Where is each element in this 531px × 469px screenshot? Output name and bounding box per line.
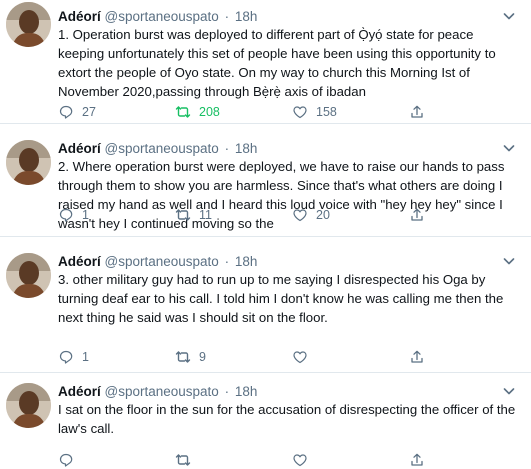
author-handle[interactable]: @sportaneouspato [105,254,219,269]
avatar-image [6,253,51,298]
more-options-icon[interactable] [501,140,517,156]
tweet-header: Adéorí @sportaneouspato · 18h [58,383,257,400]
heart-icon [293,454,307,467]
tweet-actions [58,451,528,469]
like-count: 158 [316,105,337,119]
avatar[interactable] [6,383,51,428]
author-name[interactable]: Adéorí [58,141,101,156]
retweet-icon [175,351,191,363]
author-handle[interactable]: @sportaneouspato [105,384,219,399]
reply-count: 27 [82,105,96,119]
author-name[interactable]: Adéorí [58,254,101,269]
share-icon [411,453,423,466]
reply-button[interactable] [58,451,82,469]
avatar[interactable] [6,253,51,298]
reply-button[interactable]: 1 [58,206,89,224]
heart-icon [293,209,307,222]
more-options-icon[interactable] [501,253,517,269]
reply-icon [59,453,73,467]
separator: · [224,254,230,269]
timestamp[interactable]: 18h [235,9,258,24]
timestamp[interactable]: 18h [235,141,258,156]
share-button[interactable] [409,451,433,469]
share-icon [411,105,423,118]
retweet-button[interactable]: 11 [175,206,212,224]
share-button[interactable] [409,206,433,224]
tweet-text: I sat on the floor in the sun for the ac… [58,402,516,436]
tweet-header: Adéorí @sportaneouspato · 18h [58,140,257,157]
timestamp[interactable]: 18h [235,254,258,269]
tweet-actions: 1 11 20 [58,206,528,224]
retweet-button[interactable]: 208 [175,103,220,121]
tweet-3[interactable]: Adéorí @sportaneouspato · 18h 3. other m… [0,237,531,373]
avatar[interactable] [6,2,51,47]
timestamp[interactable]: 18h [235,384,258,399]
like-button[interactable]: 20 [292,206,330,224]
tweet-4[interactable]: Adéorí @sportaneouspato · 18h I sat on t… [0,373,531,467]
tweet-header: Adéorí @sportaneouspato · 18h [58,8,257,25]
reply-count: 1 [82,350,89,364]
avatar[interactable] [6,140,51,185]
retweet-count: 11 [199,208,212,222]
tweet-thread: Adéorí @sportaneouspato · 18h 1. Operati… [0,0,531,467]
tweet-1[interactable]: Adéorí @sportaneouspato · 18h 1. Operati… [0,0,531,124]
reply-button[interactable]: 27 [58,103,96,121]
avatar-image [6,383,51,428]
reply-icon [59,350,73,364]
like-button[interactable] [292,348,316,366]
tweet-actions: 27 208 158 [58,103,528,121]
retweet-icon [175,106,191,118]
retweet-button[interactable]: 9 [175,348,206,366]
avatar-image [6,140,51,185]
tweet-header: Adéorí @sportaneouspato · 18h [58,253,257,270]
author-name[interactable]: Adéorí [58,9,101,24]
share-icon [411,350,423,363]
retweet-count: 208 [199,105,220,119]
share-button[interactable] [409,103,433,121]
more-options-icon[interactable] [501,383,517,399]
more-options-icon[interactable] [501,8,517,24]
heart-icon [293,351,307,364]
tweet-text: 3. other military guy had to run up to m… [58,272,504,325]
reply-icon [59,208,73,222]
retweet-count: 9 [199,350,206,364]
author-handle[interactable]: @sportaneouspato [105,141,219,156]
like-count: 20 [316,208,330,222]
tweet-text: 1. Operation burst was deployed to diffe… [58,27,496,99]
author-handle[interactable]: @sportaneouspato [105,9,219,24]
retweet-button[interactable] [175,451,199,469]
tweet-2[interactable]: Adéorí @sportaneouspato · 18h 2. Where o… [0,124,531,237]
heart-icon [293,106,307,119]
avatar-image [6,2,51,47]
like-button[interactable]: 158 [292,103,337,121]
reply-count: 1 [82,208,89,222]
retweet-icon [175,454,191,466]
like-button[interactable] [292,451,316,469]
separator: · [224,141,230,156]
share-button[interactable] [409,348,433,366]
reply-button[interactable]: 1 [58,348,89,366]
author-name[interactable]: Adéorí [58,384,101,399]
separator: · [224,9,230,24]
reply-icon [59,105,73,119]
tweet-actions: 1 9 [58,348,528,366]
separator: · [224,384,230,399]
retweet-icon [175,209,191,221]
share-icon [411,208,423,221]
